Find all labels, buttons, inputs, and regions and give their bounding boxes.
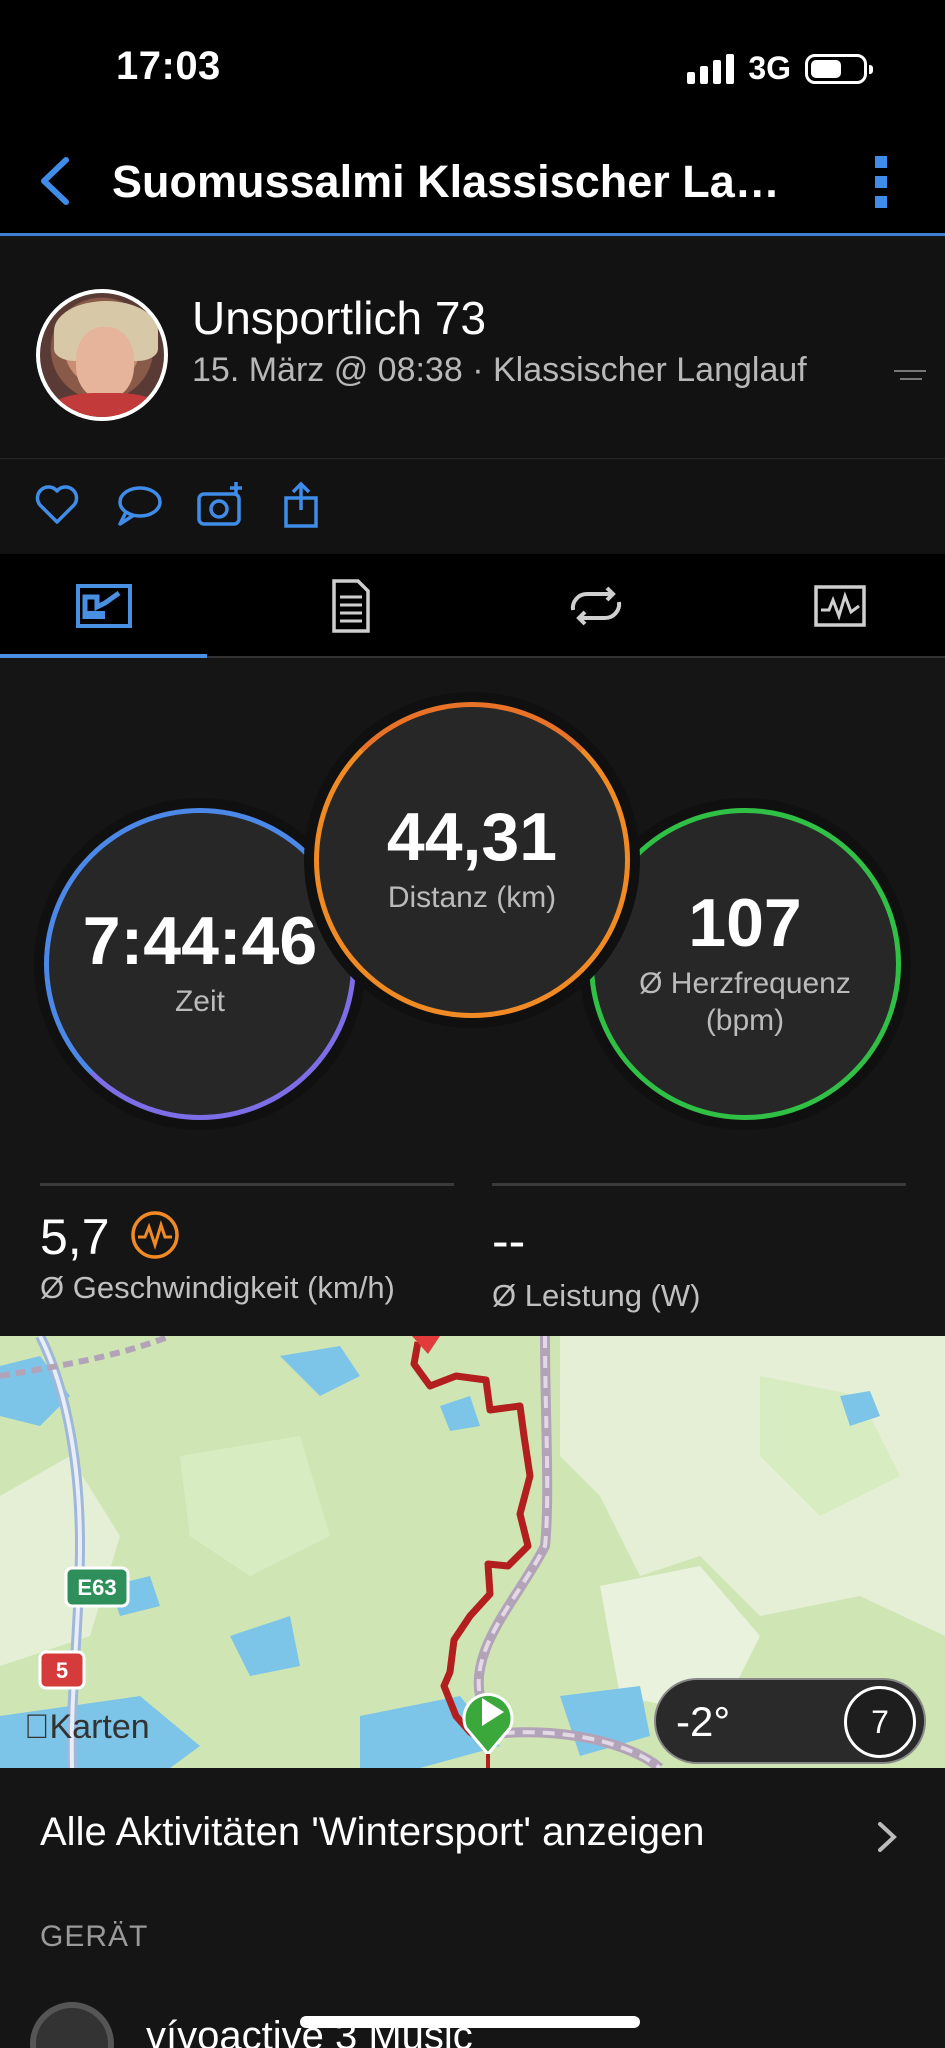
action-bar [0, 460, 945, 554]
map-attribution[interactable]: Karten [24, 1708, 150, 1747]
signal-icon [687, 53, 735, 84]
map-overview-icon [75, 584, 132, 628]
weather-badge: -2° 7 [654, 1678, 926, 1764]
watch-icon [30, 2002, 114, 2048]
heart-rate-value: 107 [688, 884, 802, 961]
distance-label: Distanz (km) [387, 881, 557, 915]
tab-overview[interactable] [0, 554, 207, 658]
device-row[interactable]: vívoactive 3 Music [0, 1980, 945, 2048]
status-time: 17:03 [116, 44, 221, 88]
like-heart-icon[interactable] [32, 480, 82, 530]
network-type: 3G [748, 50, 791, 86]
time-label: Zeit [174, 985, 225, 1019]
tab-details[interactable] [232, 554, 468, 658]
speed-label: Ø Geschwindigkeit (km/h) [40, 1270, 395, 1305]
page-title: Suomussalmi Klassischer La… [112, 156, 780, 207]
divider [492, 1183, 906, 1186]
distance-value: 44,31 [386, 799, 558, 876]
user-name[interactable]: Unsportlich 73 [192, 291, 486, 345]
status-bar: 17:03 3G [0, 0, 945, 120]
temperature: -2° [676, 1698, 731, 1745]
wind-speed: 7 [871, 1703, 889, 1740]
tab-laps[interactable] [478, 554, 714, 658]
heart-rate-stat-circle: 107 Ø Herzfrequenz (bpm) [589, 808, 901, 1120]
speed-indicator-icon[interactable] [130, 1210, 180, 1260]
power-label: Ø Leistung (W) [492, 1278, 701, 1313]
device-section-header: GERÄT [40, 1920, 149, 1953]
road-shield-e63: E63 [77, 1575, 116, 1600]
document-icon [332, 579, 370, 633]
time-stat-circle: 7:44:46 Zeit [44, 808, 356, 1120]
power-value: -- [492, 1213, 526, 1269]
activity-tabs [0, 554, 945, 658]
more-options-icon[interactable] [875, 156, 889, 208]
chevron-right-icon [878, 1822, 897, 1852]
status-indicators: 3G [687, 50, 873, 87]
stats-panel: 7:44:46 Zeit 107 Ø Herzfrequenz (bpm) 44,… [0, 658, 945, 1336]
comment-icon[interactable] [114, 480, 164, 530]
divider [40, 1183, 454, 1186]
nav-bar: Suomussalmi Klassischer La… [0, 120, 945, 236]
battery-icon [805, 53, 873, 84]
tab-charts[interactable] [722, 554, 945, 658]
activity-header: Unsportlich 73 15. März @ 08:38 · Klassi… [0, 239, 945, 459]
route-map[interactable]: E63 5 Karten -2° 7 [0, 1336, 945, 1768]
repeat-laps-icon [570, 586, 622, 626]
add-photo-icon[interactable] [196, 480, 246, 530]
road-shield-5: 5 [56, 1658, 68, 1683]
wind-icon: 7 [844, 1686, 916, 1758]
heart-rate-label: Ø Herzfrequenz (bpm) [639, 966, 851, 1038]
activity-type-icon [894, 370, 926, 380]
share-icon[interactable] [276, 480, 326, 530]
activity-meta: 15. März @ 08:38 · Klassischer Langlauf [192, 351, 807, 389]
home-indicator[interactable] [300, 2016, 640, 2028]
time-value: 7:44:46 [82, 903, 318, 980]
chart-icon [814, 585, 866, 627]
avatar[interactable] [36, 289, 168, 421]
all-activities-row[interactable]: Alle Aktivitäten 'Wintersport' anzeigen [0, 1768, 945, 1898]
all-activities-label: Alle Aktivitäten 'Wintersport' anzeigen [40, 1810, 705, 1854]
back-chevron-icon[interactable] [36, 156, 76, 206]
speed-value: 5,7 [40, 1209, 110, 1265]
distance-stat-circle: 44,31 Distanz (km) [314, 702, 630, 1018]
